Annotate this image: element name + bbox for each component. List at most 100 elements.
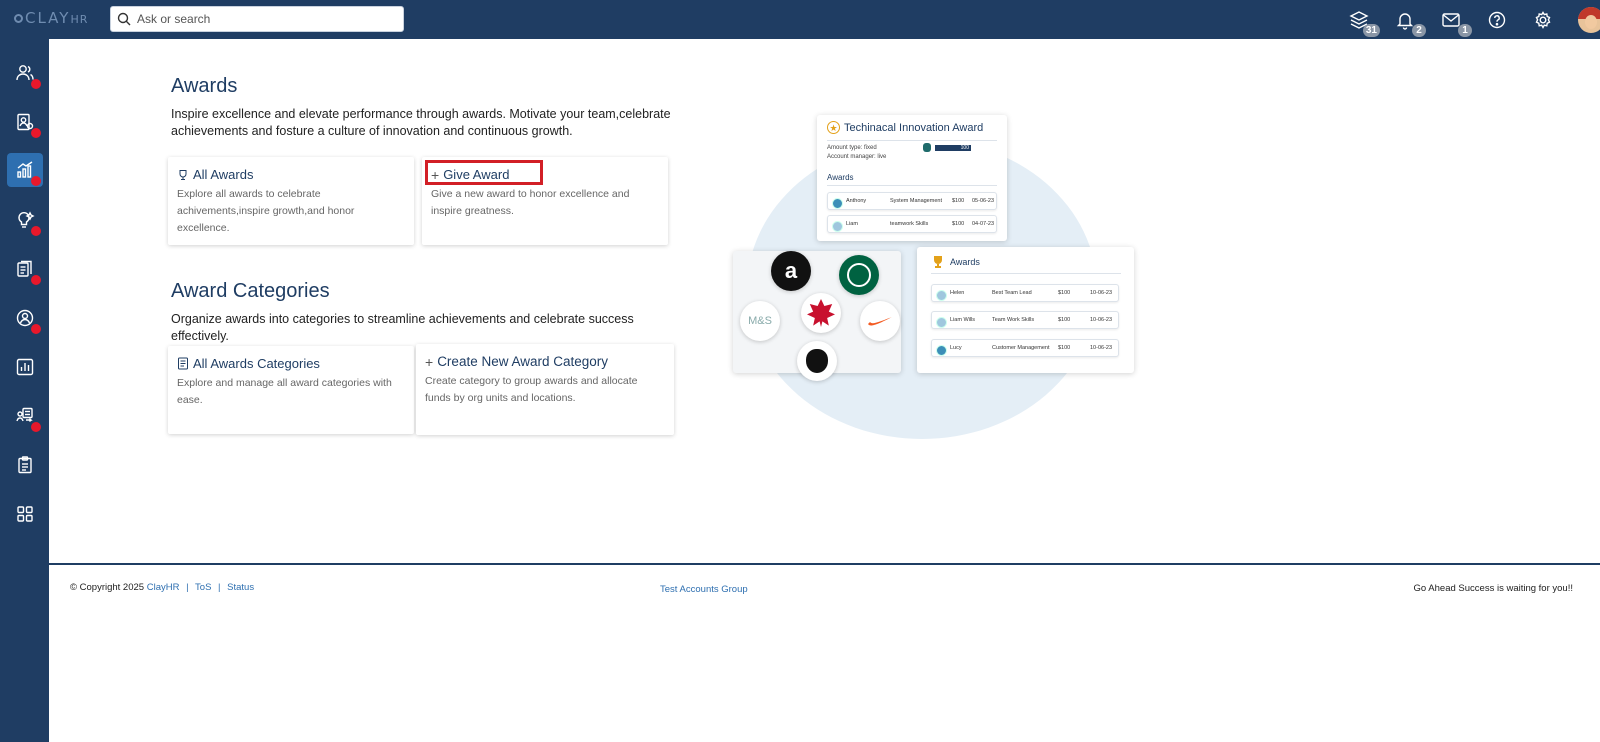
row-name: Anthony bbox=[846, 198, 867, 204]
awards-list-panel: Awards Helen Best Team Lead $100 10-06-2… bbox=[917, 247, 1134, 373]
give-award-desc: Give a new award to honor excellence and… bbox=[431, 188, 630, 217]
amazon-logo: a bbox=[771, 251, 811, 291]
bell-icon[interactable]: 2 bbox=[1394, 9, 1426, 37]
status-link[interactable]: Status bbox=[227, 582, 254, 593]
sidebar-item-documents[interactable] bbox=[7, 252, 43, 286]
amazon-logo-text: a bbox=[784, 258, 798, 283]
search-box[interactable] bbox=[110, 6, 404, 32]
plus-icon: + bbox=[425, 353, 434, 370]
sidebar-item-people[interactable] bbox=[7, 56, 43, 90]
row-amount: $100 bbox=[1058, 317, 1071, 323]
ms-logo: M&S bbox=[740, 301, 780, 341]
row-amount: $100 bbox=[952, 198, 965, 204]
row-category: Best Team Lead bbox=[992, 290, 1032, 296]
footer-divider bbox=[49, 563, 1600, 565]
awards-description: Inspire excellence and elevate performan… bbox=[171, 107, 671, 138]
clayhr-link[interactable]: ClayHR bbox=[147, 582, 180, 593]
innovation-award-title: Techinacal Innovation Award bbox=[844, 121, 984, 134]
create-category-card[interactable]: + Create New Award Category Create categ… bbox=[416, 344, 674, 435]
row-amount: $100 bbox=[1058, 345, 1071, 351]
person-avatar-icon bbox=[832, 221, 843, 232]
row-amount: $100 bbox=[952, 221, 965, 227]
sidebar-item-performance[interactable] bbox=[7, 153, 43, 187]
sidebar-item-workflow[interactable] bbox=[7, 399, 43, 433]
create-category-title: Create New Award Category bbox=[437, 354, 609, 369]
innovation-row: Liam teamwork Skills $100 04-07-23 bbox=[827, 215, 997, 233]
person-avatar-icon bbox=[936, 290, 947, 301]
amount-type-label: Amount type: fixed bbox=[827, 145, 877, 151]
categories-title: Award Categories bbox=[171, 280, 330, 302]
gear-icon[interactable] bbox=[1532, 9, 1554, 31]
starbucks-logo bbox=[839, 255, 879, 295]
bell-badge: 2 bbox=[1412, 23, 1426, 37]
row-category: System Management bbox=[890, 198, 942, 204]
clayhr-logo[interactable]: CLAYHR bbox=[14, 9, 88, 27]
sidebar-item-tasks[interactable] bbox=[7, 448, 43, 482]
top-bar: CLAYHR 31 2 1 bbox=[0, 0, 1600, 39]
person-avatar-icon bbox=[936, 345, 947, 356]
footer-separator: | bbox=[218, 582, 221, 593]
notification-dot bbox=[31, 275, 41, 285]
search-input[interactable] bbox=[137, 12, 387, 26]
footer-left: © Copyright 2025 ClayHR | ToS | Status bbox=[70, 582, 254, 593]
row-date: 10-06-23 bbox=[1090, 345, 1113, 351]
search-icon bbox=[117, 12, 131, 26]
footer-separator: | bbox=[186, 582, 189, 593]
sidebar-item-apps[interactable] bbox=[7, 497, 43, 531]
ms-logo-text: M&S bbox=[748, 315, 772, 327]
avatar[interactable] bbox=[1578, 6, 1600, 33]
footer-tagline: Go Ahead Success is waiting for you!! bbox=[1413, 583, 1573, 594]
category-book-icon bbox=[178, 357, 188, 370]
row-date: 10-06-23 bbox=[1090, 290, 1113, 296]
award-row: Lucy Customer Management $100 10-06-23 bbox=[931, 339, 1119, 357]
mail-icon[interactable]: 1 bbox=[1440, 9, 1472, 37]
sidebar-item-user-badge[interactable] bbox=[7, 105, 43, 139]
all-award-categories-card[interactable]: All Awards Categories Explore and manage… bbox=[168, 346, 414, 434]
amount-bar: 100 bbox=[935, 145, 971, 151]
all-awards-desc: Explore all awards to celebrate achiveme… bbox=[177, 188, 355, 234]
logo-suffix: HR bbox=[70, 13, 89, 26]
sidebar-item-ideas[interactable] bbox=[7, 203, 43, 237]
row-name: Lucy bbox=[950, 345, 962, 351]
all-award-categories-desc: Explore and manage all award categories … bbox=[177, 377, 392, 406]
nike-logo bbox=[860, 301, 900, 341]
footer-center: Test Accounts Group bbox=[660, 584, 748, 595]
layers-badge: 31 bbox=[1362, 23, 1380, 37]
all-awards-card[interactable]: All Awards Explore all awards to celebra… bbox=[168, 157, 414, 245]
give-award-highlight bbox=[425, 160, 543, 185]
brand-logos-panel: a M&S bbox=[733, 251, 901, 381]
logo-mark-icon bbox=[14, 14, 23, 23]
innovation-award-panel: ★ Techinacal Innovation Award Amount typ… bbox=[817, 115, 1007, 241]
layers-icon[interactable]: 31 bbox=[1348, 9, 1380, 37]
row-category: Customer Management bbox=[992, 345, 1050, 351]
help-icon[interactable] bbox=[1486, 9, 1508, 31]
test-accounts-group-link[interactable]: Test Accounts Group bbox=[660, 584, 748, 595]
copyright-text: © Copyright 2025 bbox=[70, 582, 145, 593]
awards-section-label: Awards bbox=[827, 173, 854, 182]
row-category: Team Work Skills bbox=[992, 317, 1035, 323]
bar-chart-icon bbox=[16, 358, 34, 376]
star-medal-icon: ★ bbox=[827, 121, 840, 134]
notification-dot bbox=[31, 324, 41, 334]
innovation-row: Anthony System Management $100 05-06-23 bbox=[827, 192, 997, 210]
apps-grid-icon bbox=[17, 506, 33, 522]
apple-logo bbox=[797, 341, 837, 381]
notification-dot bbox=[31, 128, 41, 138]
tim-hortons-logo bbox=[801, 293, 841, 333]
row-amount: $100 bbox=[1058, 290, 1071, 296]
tos-link[interactable]: ToS bbox=[195, 582, 211, 593]
row-date: 05-06-23 bbox=[972, 198, 995, 204]
row-date: 04-07-23 bbox=[972, 221, 995, 227]
sidebar-item-reports[interactable] bbox=[7, 350, 43, 384]
sidebar bbox=[0, 39, 49, 742]
person-avatar-icon bbox=[936, 317, 947, 328]
clipboard-icon bbox=[18, 456, 32, 474]
row-date: 10-06-23 bbox=[1090, 317, 1113, 323]
sidebar-item-profile[interactable] bbox=[7, 301, 43, 335]
trophy-icon bbox=[934, 256, 942, 268]
notification-dot bbox=[31, 79, 41, 89]
categories-description: Organize awards into categories to strea… bbox=[171, 312, 634, 343]
create-category-desc: Create category to group awards and allo… bbox=[425, 375, 638, 404]
notification-dot bbox=[31, 422, 41, 432]
account-manager-label: Account manager: live bbox=[827, 154, 887, 160]
